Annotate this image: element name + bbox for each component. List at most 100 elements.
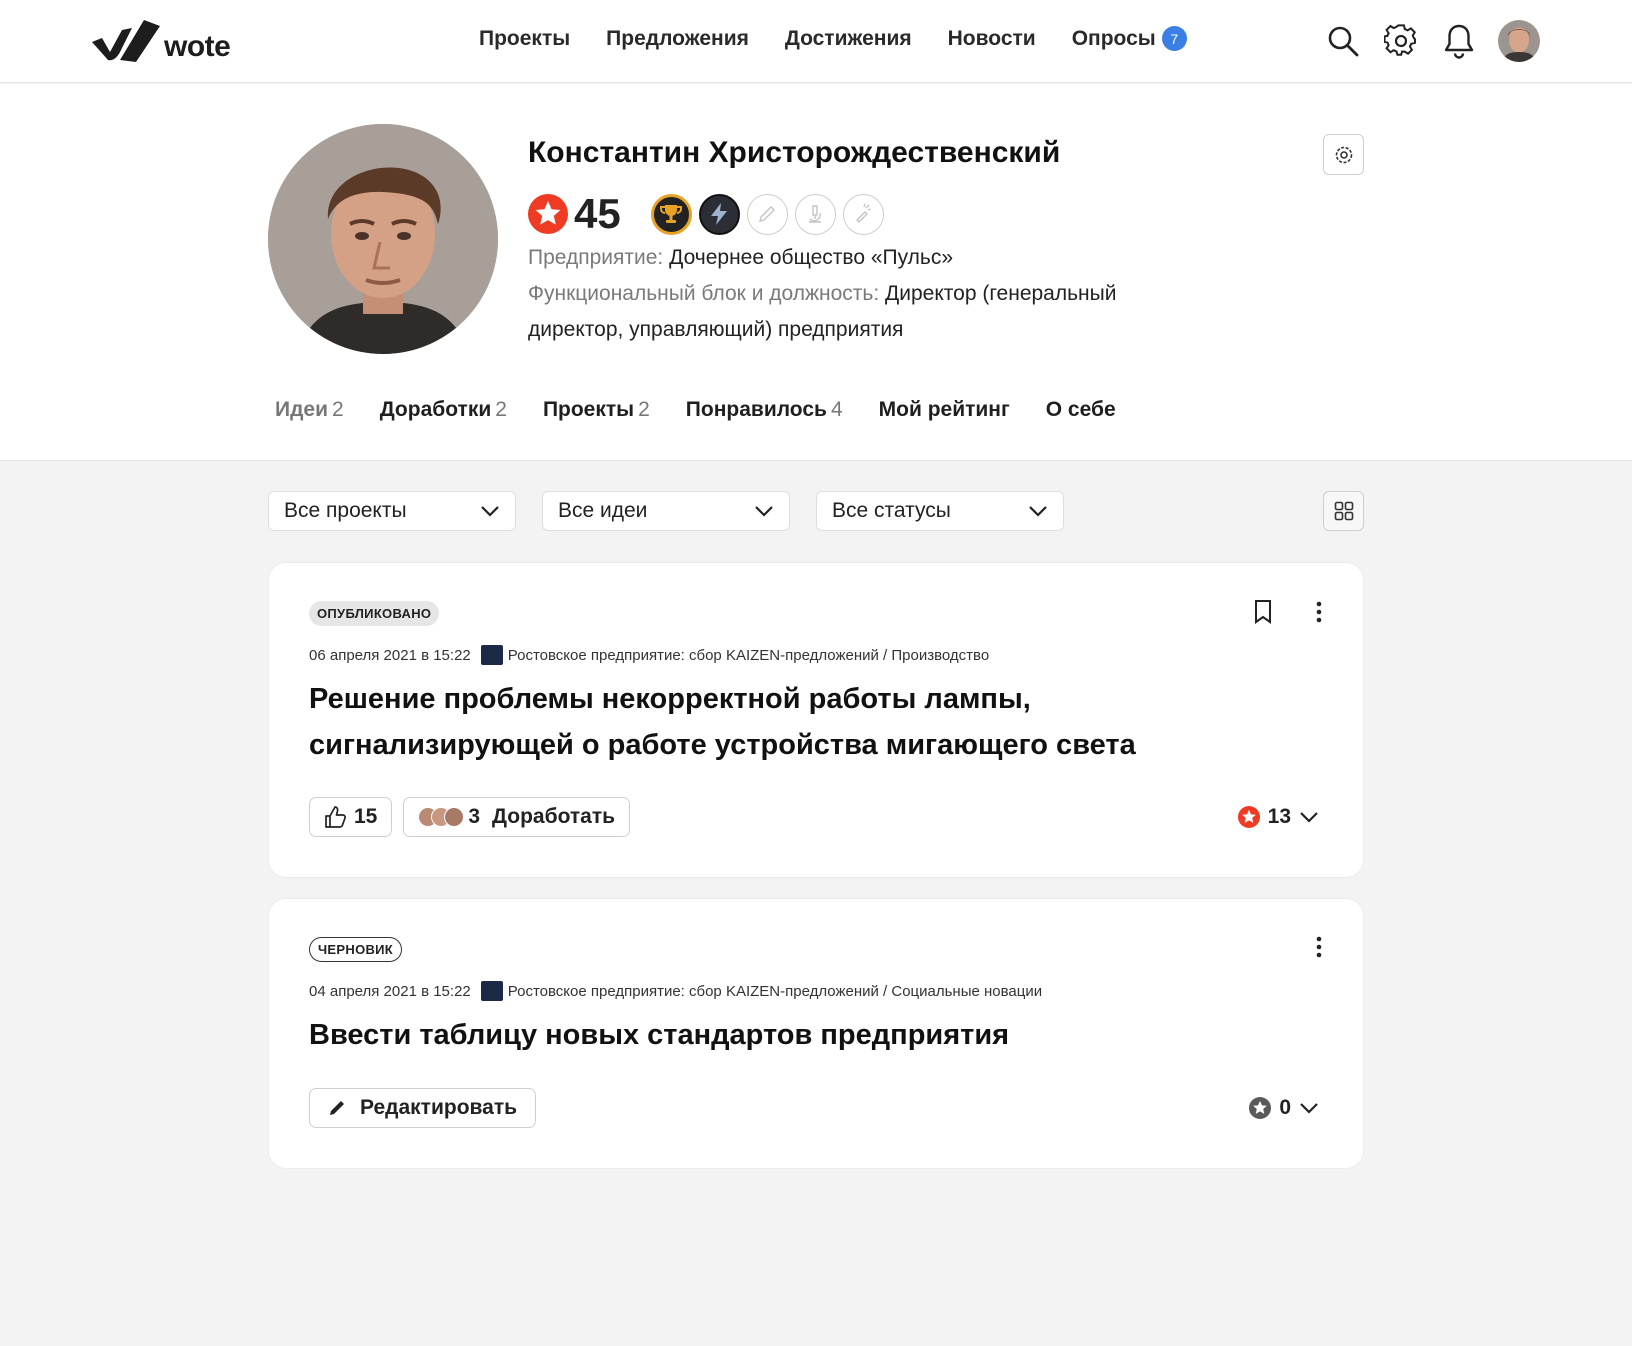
chevron-down-icon — [1300, 812, 1318, 823]
edit-button[interactable]: Редактировать — [309, 1088, 537, 1128]
profile-photo — [268, 124, 498, 354]
idea-card[interactable]: ОПУБЛИКОВАНО 06 апреля 2021 в 15:22 Рост… — [268, 562, 1364, 878]
profile-tabs: Идеи 2 Доработки 2 Проекты 2 Понравилось 4 М… — [275, 398, 1116, 422]
contributor-avatar — [444, 807, 465, 827]
microscope-badge-icon[interactable] — [794, 193, 836, 235]
more-vertical-icon[interactable] — [1315, 600, 1323, 624]
notifications-button[interactable] — [1440, 20, 1478, 62]
grid-icon — [1334, 501, 1353, 521]
idea-card[interactable]: ЧЕРНОВИК 04 апреля 2021 в 15:22 Ростовск… — [268, 898, 1364, 1169]
trophy-icon — [660, 205, 683, 223]
tab-my-rating[interactable]: Мой рейтинг — [879, 398, 1010, 422]
lightning-icon — [711, 203, 728, 225]
pencil-icon — [759, 206, 776, 222]
tab-label: О себе — [1045, 398, 1116, 421]
like-icon — [325, 806, 346, 828]
torch-badge-icon[interactable] — [842, 193, 884, 235]
bookmark-icon[interactable] — [1253, 599, 1273, 625]
card-actions — [1253, 599, 1323, 625]
profile-avatar — [268, 124, 498, 354]
bell-icon — [1444, 24, 1474, 59]
select-value: Все проекты — [284, 499, 407, 522]
card-meta: 04 апреля 2021 в 15:22 Ростовское предпр… — [309, 981, 1042, 1001]
contributors-avatars — [418, 807, 465, 827]
project-logo-icon — [480, 981, 503, 1001]
nav-projects[interactable]: Проекты — [479, 26, 570, 51]
nav-news[interactable]: Новости — [948, 26, 1036, 51]
tab-count: 2 — [495, 398, 507, 421]
achievement-badges — [650, 193, 884, 235]
search-button[interactable] — [1324, 20, 1362, 62]
card-title-line: сигнализирующей о работе устройства мига… — [309, 729, 1136, 761]
grid-view-button[interactable] — [1323, 491, 1364, 531]
chevron-down-icon — [1300, 1103, 1318, 1114]
tab-ideas[interactable]: Идеи 2 — [275, 398, 344, 422]
avatar-image — [1498, 20, 1540, 62]
tab-count: 2 — [332, 398, 344, 421]
tab-liked[interactable]: Понравилось 4 — [686, 398, 843, 422]
tab-improvements[interactable]: Доработки 2 — [380, 398, 507, 422]
tab-count: 4 — [830, 398, 843, 421]
torch-icon — [856, 203, 872, 223]
card-date: 06 апреля 2021 в 15:22 — [309, 646, 471, 664]
projects-filter-select[interactable]: Все проекты — [268, 491, 516, 531]
tab-label: Идеи — [275, 398, 329, 421]
card-score[interactable]: 0 — [1249, 1096, 1319, 1120]
tab-label: Доработки — [379, 398, 492, 421]
tab-label: Проекты — [542, 398, 635, 421]
lightning-badge-icon[interactable] — [698, 193, 740, 235]
top-icons — [1324, 20, 1540, 62]
pencil-badge-icon[interactable] — [746, 193, 788, 235]
position-value: Директор (генеральный — [885, 282, 1117, 305]
nav-proposals[interactable]: Предложения — [606, 26, 749, 51]
improve-button[interactable]: 3 Доработать — [403, 797, 631, 837]
logo-text: wote — [164, 30, 231, 63]
main-nav: Проекты Предложения Достижения Новости О… — [479, 26, 1187, 51]
project-logo-icon — [480, 645, 503, 665]
card-actions — [1315, 935, 1323, 959]
profile-name: Константин Христорождественский — [528, 136, 1061, 169]
trophy-badge-icon[interactable] — [650, 193, 692, 235]
nav-surveys[interactable]: Опросы 7 — [1072, 26, 1187, 51]
wote-logo[interactable]: wote — [92, 16, 231, 66]
nav-achievements[interactable]: Достижения — [785, 26, 912, 51]
statuses-filter-select[interactable]: Все статусы — [816, 491, 1064, 531]
tab-count: 2 — [638, 398, 650, 421]
chevron-down-icon — [1029, 506, 1047, 517]
status-badge: ОПУБЛИКОВАНО — [309, 601, 440, 626]
tab-about[interactable]: О себе — [1046, 398, 1116, 422]
chevron-down-icon — [481, 506, 499, 517]
score-value: 0 — [1279, 1096, 1291, 1119]
position-label: Функциональный блок и должность: — [528, 282, 880, 305]
rating-star-icon — [1237, 806, 1260, 828]
card-title-line: Решение проблемы некорректной работы лам… — [309, 683, 1031, 715]
select-value: Все идеи — [558, 499, 648, 522]
company-info: Предприятие: Дочернее общество «Пульс» — [528, 240, 953, 276]
ideas-filter-select[interactable]: Все идеи — [542, 491, 790, 531]
rating-star-icon — [528, 194, 568, 234]
position-info: Функциональный блок и должность: Директо… — [528, 276, 1116, 312]
user-avatar-small[interactable] — [1498, 20, 1540, 62]
chevron-down-icon — [755, 506, 773, 517]
tab-projects[interactable]: Проекты 2 — [543, 398, 650, 422]
more-vertical-icon[interactable] — [1315, 935, 1323, 959]
card-project[interactable]: Ростовское предприятие: сбор KAIZEN-пред… — [508, 647, 989, 664]
rating-value: 45 — [574, 190, 621, 237]
profile-section: Константин Христорождественский 45 Предп… — [0, 84, 1632, 461]
card-score[interactable]: 13 — [1237, 805, 1319, 829]
card-project[interactable]: Ростовское предприятие: сбор KAIZEN-пред… — [508, 983, 1042, 1000]
microscope-icon — [809, 205, 822, 223]
position-info-continued: директор, управляющий) предприятия — [528, 312, 903, 348]
like-count: 15 — [354, 805, 378, 828]
pencil-icon — [330, 1101, 344, 1115]
edit-label: Редактировать — [360, 1096, 518, 1119]
card-title[interactable]: Решение проблемы некорректной работы лам… — [309, 676, 1329, 768]
like-button[interactable]: 15 — [309, 797, 393, 837]
card-title[interactable]: Ввести таблицу новых стандартов предприя… — [309, 1012, 1329, 1058]
company-label: Предприятие: — [528, 246, 664, 269]
search-icon — [1328, 26, 1359, 57]
select-value: Все статусы — [832, 499, 951, 522]
profile-settings-button[interactable] — [1323, 134, 1364, 175]
settings-button[interactable] — [1382, 20, 1420, 62]
tab-label: Понравилось — [685, 398, 827, 421]
